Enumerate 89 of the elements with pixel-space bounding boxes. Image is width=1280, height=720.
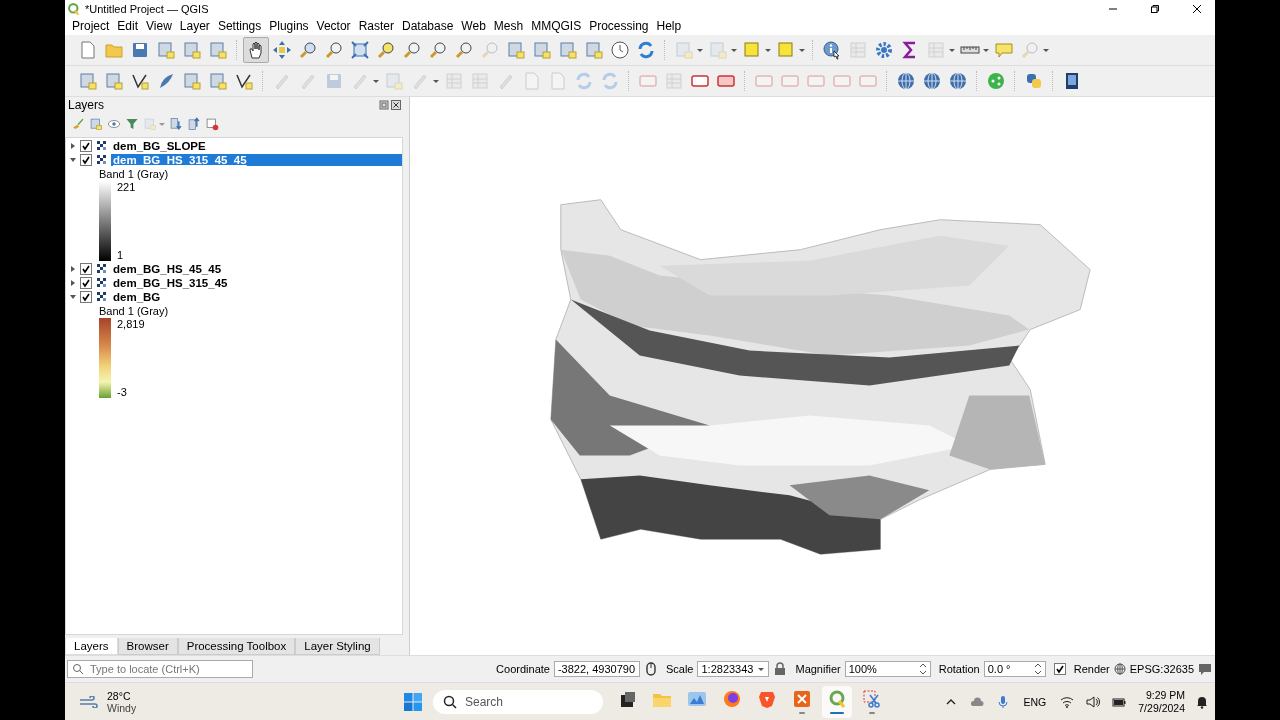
- menu-item[interactable]: Plugins: [265, 19, 313, 33]
- reader-app-icon: [791, 689, 812, 709]
- layer-checkbox[interactable]: [80, 140, 92, 152]
- panel-title: Layers: [68, 98, 105, 112]
- mouse-icon[interactable]: [643, 662, 658, 676]
- menu-item[interactable]: Vector: [312, 19, 355, 33]
- layer-name[interactable]: dem_BG_HS_45_45: [111, 263, 224, 275]
- weather-text: Windy: [107, 701, 137, 714]
- layer-name[interactable]: dem_BG_SLOPE: [111, 140, 208, 152]
- raster-layer-icon: [97, 292, 107, 302]
- menu-item[interactable]: Layer: [175, 19, 214, 33]
- clock-date[interactable]: 7/29/2024: [1138, 701, 1185, 715]
- layer-checkbox[interactable]: [80, 277, 92, 289]
- panel-tab[interactable]: Layers: [65, 638, 118, 655]
- layer-name[interactable]: dem_BG: [111, 291, 163, 303]
- expand-arrow-icon[interactable]: [69, 156, 77, 164]
- expand-arrow-icon[interactable]: [69, 279, 77, 287]
- messages-icon[interactable]: [1198, 662, 1212, 676]
- menu-item[interactable]: Database: [397, 19, 458, 33]
- ramp-max-label: 221: [117, 181, 136, 193]
- render-checkbox[interactable]: [1053, 663, 1066, 675]
- expand-arrow-icon[interactable]: [69, 142, 77, 150]
- speaker-icon[interactable]: [1086, 694, 1101, 709]
- menu-item[interactable]: Help: [652, 19, 686, 33]
- close-icon[interactable]: [391, 100, 401, 110]
- microphone-icon[interactable]: [995, 694, 1010, 709]
- locator-field[interactable]: Type to locate (Ctrl+K): [67, 660, 253, 678]
- scale-combo[interactable]: 1:2823343: [697, 661, 770, 677]
- menu-item[interactable]: Processing: [585, 19, 653, 33]
- panel-tab[interactable]: Browser: [117, 638, 178, 655]
- wind-icon[interactable]: [79, 695, 99, 708]
- temperature: 28°C: [107, 689, 132, 702]
- photos-icon: [686, 689, 707, 709]
- rotation-label: Rotation: [938, 663, 980, 675]
- language-indicator[interactable]: ENG: [1023, 695, 1047, 708]
- restore-icon[interactable]: [1150, 3, 1160, 14]
- notification-bell-icon[interactable]: [1195, 694, 1209, 709]
- window-title: *Untitled Project — QGIS: [85, 2, 209, 15]
- band-label: Band 1 (Gray): [99, 304, 170, 318]
- raster-layer-icon: [97, 141, 107, 151]
- clock-time[interactable]: 9:29 PM: [1145, 688, 1185, 702]
- windows-start-icon[interactable]: [403, 691, 423, 712]
- menu-item[interactable]: Web: [457, 19, 490, 33]
- spin-arrows-icon[interactable]: [1033, 662, 1042, 676]
- app-logo-icon: [67, 1, 81, 16]
- remove-layer-icon[interactable]: [203, 115, 221, 133]
- dropdown-arrow-icon[interactable]: [757, 665, 766, 673]
- raster-layer-icon: [97, 264, 107, 274]
- menu-item[interactable]: Edit: [113, 19, 143, 33]
- crs-label[interactable]: EPSG:32635: [1129, 663, 1194, 675]
- shield-icon: [756, 689, 777, 709]
- menu-item[interactable]: Raster: [354, 19, 398, 33]
- coordinate-label: Coordinate: [496, 663, 550, 675]
- globe-icon[interactable]: [1113, 663, 1126, 675]
- lock-icon[interactable]: [773, 662, 788, 676]
- raster-layer-icon: [97, 278, 107, 288]
- ramp-max-label: 2,819: [117, 318, 145, 330]
- wifi-icon[interactable]: [1060, 694, 1075, 709]
- expand-arrow-icon[interactable]: [69, 293, 77, 301]
- magnifier-label: Magnifier: [795, 663, 841, 675]
- spin-arrows-icon[interactable]: [918, 662, 927, 676]
- layer-checkbox[interactable]: [80, 291, 92, 303]
- panel-tab[interactable]: Processing Toolbox: [177, 638, 296, 655]
- menu-item[interactable]: Mesh: [489, 19, 528, 33]
- layer-name[interactable]: dem_BG_HS_315_45: [111, 277, 230, 289]
- panel-tab[interactable]: Layer Styling: [295, 638, 380, 655]
- close-icon[interactable]: [1192, 3, 1202, 14]
- magnifier-spinbox[interactable]: 100%: [844, 661, 931, 677]
- menu-item[interactable]: MMQGIS: [527, 19, 586, 33]
- band-label: Band 1 (Gray): [99, 167, 170, 181]
- menu-item[interactable]: Settings: [213, 19, 266, 33]
- render-label: Render: [1073, 663, 1110, 675]
- taskbar-search[interactable]: Search: [433, 689, 603, 714]
- pan-hand-icon[interactable]: [243, 37, 269, 63]
- menu-item[interactable]: View: [142, 19, 176, 33]
- ramp-min-label: 1: [117, 249, 125, 261]
- search-icon: [72, 663, 84, 675]
- raster-layer-icon: [97, 155, 107, 165]
- expand-arrow-icon[interactable]: [69, 265, 77, 273]
- layer-checkbox[interactable]: [80, 154, 92, 166]
- browser-icon: [721, 689, 742, 709]
- coordinate-field[interactable]: -3822, 4930790: [553, 661, 640, 677]
- layer-checkbox[interactable]: [80, 263, 92, 275]
- layer-name[interactable]: dem_BG_HS_315_45_45: [111, 154, 402, 166]
- scale-label: Scale: [665, 663, 694, 675]
- ramp-min-label: -3: [117, 386, 128, 398]
- search-icon: [443, 694, 457, 709]
- rotation-spinbox[interactable]: 0.0 °: [983, 661, 1046, 677]
- menu-item[interactable]: Project: [68, 19, 114, 33]
